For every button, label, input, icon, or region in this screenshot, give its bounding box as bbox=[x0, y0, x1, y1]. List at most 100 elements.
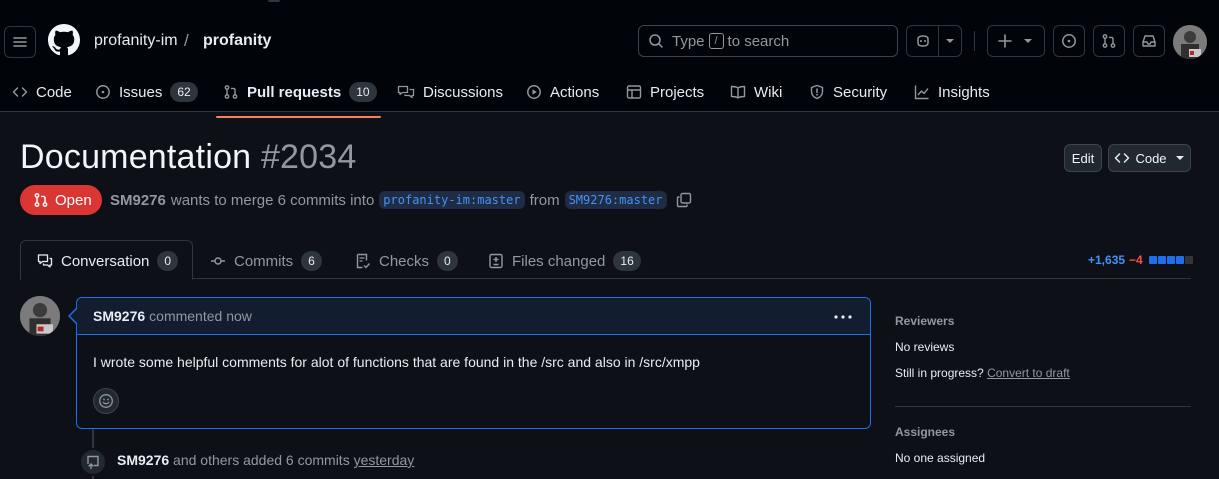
files-changed-count: 16 bbox=[613, 251, 641, 271]
tab-indicator bbox=[268, 0, 280, 2]
tab-wiki[interactable]: Wiki bbox=[730, 80, 782, 104]
tab-issues[interactable]: Issues 62 bbox=[95, 80, 198, 104]
edit-button[interactable]: Edit bbox=[1064, 144, 1102, 172]
tab-projects-label: Projects bbox=[650, 83, 705, 101]
comment-author[interactable]: SM9276 bbox=[93, 308, 145, 324]
diff-deletions: −4 bbox=[1129, 253, 1143, 267]
commits-count: 6 bbox=[301, 251, 322, 271]
issues-button[interactable] bbox=[1053, 25, 1085, 57]
global-header: profanity-im / profanity Type / to searc… bbox=[0, 8, 1219, 118]
repo-name-link[interactable]: profanity bbox=[203, 32, 271, 50]
plus-icon bbox=[998, 34, 1012, 48]
in-progress-text: Still in progress? bbox=[895, 366, 984, 380]
add-reaction-button[interactable] bbox=[93, 388, 119, 414]
tabs-divider bbox=[20, 278, 1191, 279]
timeline-author[interactable]: SM9276 bbox=[117, 452, 169, 468]
play-icon bbox=[527, 85, 541, 99]
tab-files-changed[interactable]: Files changed 16 bbox=[488, 251, 641, 271]
chevron-down-icon[interactable] bbox=[939, 38, 961, 44]
inbox-button[interactable] bbox=[1133, 25, 1165, 57]
diff-additions: +1,635 bbox=[1088, 253, 1126, 267]
timeline-time[interactable]: yesterday bbox=[354, 452, 415, 468]
tab-commits[interactable]: Commits 6 bbox=[210, 251, 322, 271]
pr-author-link[interactable]: SM9276 bbox=[110, 192, 166, 209]
hamburger-icon bbox=[13, 37, 27, 47]
comment-author-avatar[interactable] bbox=[20, 296, 60, 336]
head-branch[interactable]: SM9276:master bbox=[564, 191, 667, 209]
reviewers-heading[interactable]: Reviewers bbox=[895, 314, 954, 328]
header-divider bbox=[974, 31, 975, 51]
code-icon bbox=[1115, 153, 1130, 163]
tab-code-label: Code bbox=[36, 83, 72, 101]
git-pull-request-icon bbox=[34, 193, 48, 207]
draft-prompt: Still in progress? Convert to draft bbox=[895, 366, 1070, 380]
comment-discussion-icon bbox=[37, 254, 53, 268]
tab-checks[interactable]: Checks 0 bbox=[355, 251, 458, 271]
comment-header: SM9276 commented now bbox=[77, 298, 870, 335]
tab-discussions-label: Discussions bbox=[423, 83, 504, 101]
browser-top-strip bbox=[0, 0, 1219, 8]
timeline-commit-badge bbox=[79, 448, 107, 476]
pull-requests-button[interactable] bbox=[1093, 25, 1125, 57]
base-branch[interactable]: profanity-im:master bbox=[379, 191, 525, 209]
comment-options-button[interactable] bbox=[833, 314, 853, 320]
pr-merge-info: SM9276 wants to merge 6 commits into pro… bbox=[110, 191, 692, 209]
checks-count: 0 bbox=[437, 251, 458, 271]
diffstat: +1,635 −4 bbox=[1088, 253, 1194, 267]
create-new-button[interactable] bbox=[987, 25, 1045, 57]
search-suffix: to search bbox=[727, 32, 790, 50]
tab-conversation[interactable]: Conversation 0 bbox=[37, 251, 179, 271]
tab-actions-label: Actions bbox=[550, 83, 600, 101]
comment-discussion-icon bbox=[397, 85, 415, 99]
conversation-count: 0 bbox=[157, 251, 179, 271]
merge-text: wants to merge 6 commits into bbox=[170, 191, 375, 209]
copy-icon[interactable] bbox=[676, 192, 692, 208]
timeline-event-text: SM9276 and others added 6 commits yester… bbox=[117, 452, 414, 468]
git-commit-icon bbox=[211, 257, 225, 265]
tab-code[interactable]: Code bbox=[12, 80, 72, 104]
from-text: from bbox=[529, 191, 560, 209]
pr-number: #2034 bbox=[260, 138, 357, 176]
issues-count: 62 bbox=[170, 82, 198, 102]
copilot-button[interactable] bbox=[906, 25, 962, 57]
graph-icon bbox=[914, 85, 929, 100]
tab-commits-label: Commits bbox=[234, 252, 294, 270]
git-pull-request-icon bbox=[1102, 34, 1116, 48]
inbox-icon bbox=[1142, 35, 1156, 47]
assignees-heading[interactable]: Assignees bbox=[895, 425, 955, 439]
timeline-action: and others added 6 commits bbox=[173, 452, 350, 468]
menu-button[interactable] bbox=[4, 26, 36, 58]
path-separator: / bbox=[184, 31, 189, 50]
tab-wiki-label: Wiki bbox=[754, 83, 783, 101]
user-avatar[interactable] bbox=[1173, 25, 1207, 59]
tab-actions[interactable]: Actions bbox=[526, 80, 599, 104]
file-diff-icon bbox=[489, 253, 503, 269]
shield-icon bbox=[810, 84, 824, 100]
reviewers-value: No reviews bbox=[895, 340, 955, 354]
tab-projects[interactable]: Projects bbox=[626, 80, 704, 104]
book-icon bbox=[730, 85, 746, 99]
tab-pull-requests[interactable]: Pull requests 10 bbox=[223, 80, 377, 104]
search-input[interactable]: Type / to search bbox=[638, 25, 898, 57]
code-icon bbox=[12, 87, 28, 97]
copilot-icon[interactable] bbox=[907, 26, 939, 56]
pr-title: Documentation #2034 bbox=[20, 138, 357, 177]
convert-to-draft-link[interactable]: Convert to draft bbox=[987, 366, 1070, 380]
github-logo-icon[interactable] bbox=[48, 24, 80, 56]
code-button-label: Code bbox=[1135, 150, 1167, 166]
chevron-down-icon bbox=[1024, 39, 1032, 43]
comment-pointer-fill bbox=[70, 309, 77, 323]
tab-insights[interactable]: Insights bbox=[914, 80, 990, 104]
comment-time[interactable]: commented now bbox=[149, 308, 252, 324]
tab-insights-label: Insights bbox=[938, 83, 990, 101]
tab-security[interactable]: Security bbox=[809, 80, 887, 104]
sidebar-divider bbox=[895, 406, 1191, 407]
comment-box: SM9276 commented now I wrote some helpfu… bbox=[76, 297, 871, 429]
tab-pull-requests-label: Pull requests bbox=[247, 83, 342, 101]
comment-body: I wrote some helpful comments for alot o… bbox=[93, 354, 700, 370]
repo-owner-link[interactable]: profanity-im bbox=[94, 32, 178, 50]
tab-discussions[interactable]: Discussions bbox=[397, 80, 503, 104]
code-dropdown-button[interactable]: Code bbox=[1108, 144, 1191, 172]
search-icon bbox=[649, 34, 663, 48]
tab-files-changed-label: Files changed bbox=[512, 252, 606, 270]
